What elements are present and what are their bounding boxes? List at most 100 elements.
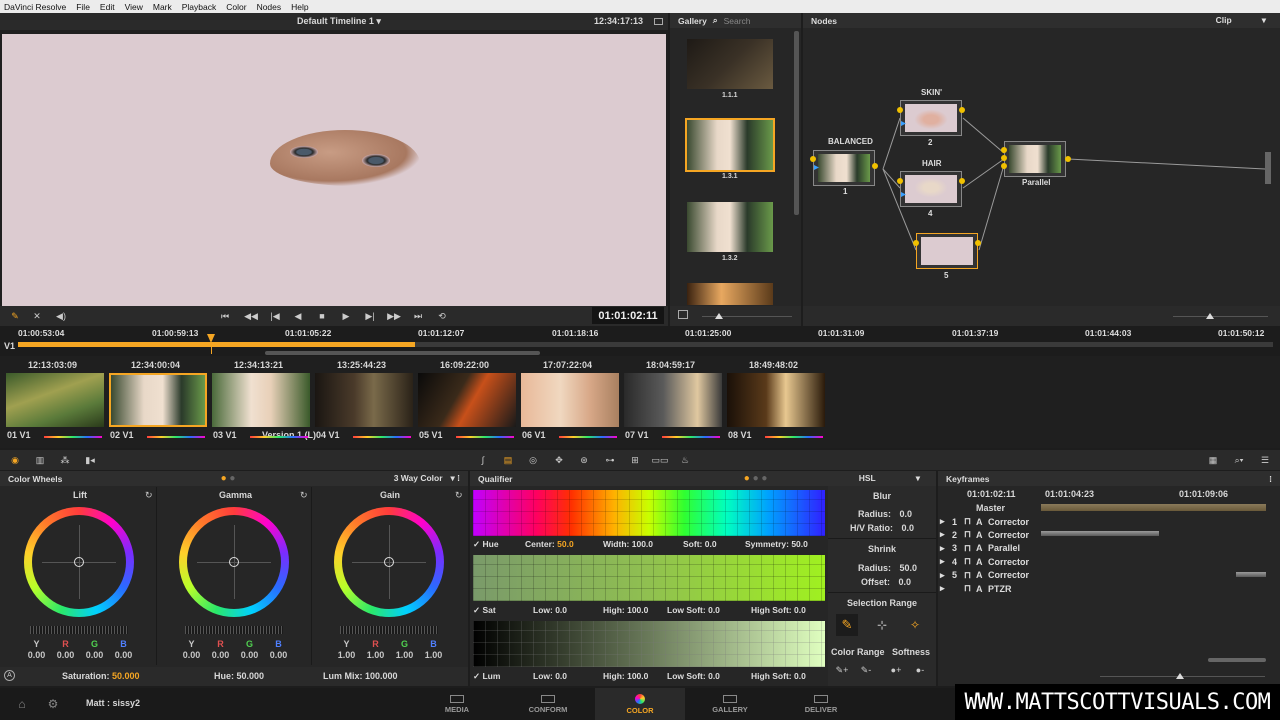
clip-thumbnail[interactable]: [6, 373, 104, 427]
gamma-master-slider[interactable]: [185, 626, 283, 634]
hue-control[interactable]: Hue: 50.000: [214, 671, 264, 681]
tab-conform[interactable]: CONFORM: [503, 688, 593, 720]
keyframe-row[interactable]: ▸ 5 ⊓ A Corrector: [940, 570, 1029, 581]
nodes-icon[interactable]: ⁂: [58, 453, 72, 467]
picker-icon[interactable]: ✎: [836, 614, 858, 636]
keyframe-row[interactable]: ▸ 2 ⊓ A Corrector: [940, 529, 1029, 540]
gallery-still[interactable]: [687, 39, 773, 89]
go-to-end-icon[interactable]: ⏭: [411, 309, 425, 323]
sat-params[interactable]: ✓ Sat Low: 0.0 High: 100.0 Low Soft: 0.0…: [473, 605, 825, 616]
gamma-reset-icon[interactable]: ↻: [300, 490, 308, 501]
node-balanced[interactable]: [813, 150, 875, 186]
keyframe-row[interactable]: ▸ ⊓ A PTZR: [940, 583, 1012, 594]
magic-wand-icon[interactable]: ✧: [904, 614, 926, 636]
node-hair[interactable]: [900, 171, 962, 207]
tab-media[interactable]: MEDIA: [412, 688, 502, 720]
keyframe-track[interactable]: [1236, 571, 1266, 577]
page-dots[interactable]: ● ●: [221, 473, 236, 484]
play-icon[interactable]: ▶: [339, 309, 353, 323]
clip-thumbnail[interactable]: [418, 373, 516, 427]
slider-handle[interactable]: [715, 313, 723, 319]
gallery-scrollbar[interactable]: [794, 31, 799, 215]
gallery-search-input[interactable]: Search: [724, 16, 751, 26]
menu-playback[interactable]: Playback: [182, 2, 217, 12]
slider-handle[interactable]: [1176, 673, 1184, 679]
range-subtract-icon[interactable]: ✎-: [858, 663, 874, 677]
gain-wheel[interactable]: [334, 507, 444, 617]
node-output[interactable]: [1265, 152, 1271, 184]
node-parallel[interactable]: [1004, 141, 1066, 177]
speaker-icon[interactable]: ◀): [54, 309, 68, 323]
menu-nodes[interactable]: Nodes: [257, 2, 282, 12]
shrink-offset[interactable]: Offset: 0.0: [861, 577, 911, 587]
clip-thumbnail[interactable]: [727, 373, 825, 427]
lift-values[interactable]: 0.00 0.00 0.00 0.00: [22, 650, 138, 660]
gallery-still[interactable]: [687, 202, 773, 252]
tracker-icon[interactable]: ✥: [552, 453, 566, 467]
lift-wheel[interactable]: [24, 507, 134, 617]
key-icon[interactable]: ⊶: [603, 453, 617, 467]
menu-file[interactable]: File: [76, 2, 90, 12]
window-icon[interactable]: ◎: [526, 453, 540, 467]
lum-params[interactable]: ✓ Lum Low: 0.0 High: 100.0 Low Soft: 0.0…: [473, 671, 825, 682]
clip-thumbnail[interactable]: [109, 373, 207, 427]
timeline[interactable]: 01:00:53:04 01:00:59:13 01:01:05:22 01:0…: [0, 326, 1280, 356]
timeline-clip-bar[interactable]: [18, 342, 415, 347]
nodes-zoom-slider[interactable]: [1173, 316, 1268, 317]
gamma-wheel[interactable]: [179, 507, 289, 617]
gear-icon[interactable]: ⚙: [45, 696, 61, 712]
lum-range-bar[interactable]: [473, 621, 825, 667]
qualifier-mode-select[interactable]: HSL ▾: [859, 473, 928, 484]
stereo-icon[interactable]: ▭▭: [652, 453, 669, 467]
range-add-icon[interactable]: ✎+: [834, 663, 850, 677]
zoom-icon[interactable]: ⌕▾: [1230, 453, 1248, 467]
node-5[interactable]: [916, 233, 978, 269]
timeline-scrollbar[interactable]: [265, 351, 540, 355]
rgb-mixer-icon[interactable]: ▥: [33, 453, 47, 467]
clip-thumbnail[interactable]: [315, 373, 413, 427]
camera-icon[interactable]: ▮◂: [83, 453, 97, 467]
loop-icon[interactable]: ⟲: [435, 309, 449, 323]
clip-thumbnail[interactable]: [521, 373, 619, 427]
timeline-selector[interactable]: Default Timeline 1 ▾: [297, 16, 381, 27]
master-keyframe-track[interactable]: [1041, 504, 1266, 511]
auto-balance-icon[interactable]: A: [4, 670, 15, 681]
tab-gallery[interactable]: GALLERY: [685, 688, 775, 720]
blur-icon[interactable]: ⊛: [577, 453, 591, 467]
clip-thumbnail[interactable]: [212, 373, 310, 427]
gallery-still[interactable]: [687, 283, 773, 305]
menu-app[interactable]: DaVinci Resolve: [4, 2, 66, 12]
slider-handle[interactable]: [1206, 313, 1214, 319]
hue-range-bar[interactable]: [473, 490, 825, 536]
color-wheels-icon[interactable]: ◉: [8, 453, 22, 467]
gallery-view-icon[interactable]: [678, 310, 688, 319]
shrink-radius[interactable]: Radius: 50.0: [858, 563, 917, 573]
keyframes-scrollbar[interactable]: [1208, 658, 1266, 662]
pencil-icon[interactable]: ✎: [8, 309, 22, 323]
gain-master-slider[interactable]: [340, 626, 438, 634]
saturation-control[interactable]: Saturation: 50.000: [62, 671, 140, 681]
wheel-mode-select[interactable]: 3 Way Color ▾ ⁞: [394, 473, 460, 484]
layout-icon[interactable]: ▦: [1206, 453, 1220, 467]
rewind-icon[interactable]: ◀◀: [244, 309, 258, 323]
clip-thumbnail[interactable]: [624, 373, 722, 427]
play-reverse-icon[interactable]: ◀: [291, 309, 305, 323]
keyframes-menu-icon[interactable]: ⁞: [1269, 474, 1272, 484]
menu-help[interactable]: Help: [291, 2, 308, 12]
menu-mark[interactable]: Mark: [153, 2, 172, 12]
page-dots[interactable]: ● ● ●: [744, 473, 768, 484]
menu-edit[interactable]: Edit: [100, 2, 115, 12]
stop-icon[interactable]: ■: [315, 309, 329, 323]
next-frame-icon[interactable]: ▶|: [363, 309, 377, 323]
menu-icon[interactable]: ☰: [1258, 453, 1272, 467]
picker-add-icon[interactable]: ⊹: [871, 614, 893, 636]
home-icon[interactable]: ⌂: [14, 696, 30, 712]
keyframe-row[interactable]: ▸ 4 ⊓ A Corrector: [940, 556, 1029, 567]
lift-reset-icon[interactable]: ↻: [145, 490, 153, 501]
keyframe-track[interactable]: [1041, 531, 1159, 537]
sat-range-bar[interactable]: [473, 555, 825, 601]
go-to-start-icon[interactable]: ⏮: [218, 309, 232, 323]
softness-subtract-icon[interactable]: ●-: [912, 663, 928, 677]
hue-params[interactable]: ✓ Hue Center: 50.0 Width: 100.0 Soft: 0.…: [473, 539, 825, 550]
fullscreen-icon[interactable]: [654, 18, 663, 25]
